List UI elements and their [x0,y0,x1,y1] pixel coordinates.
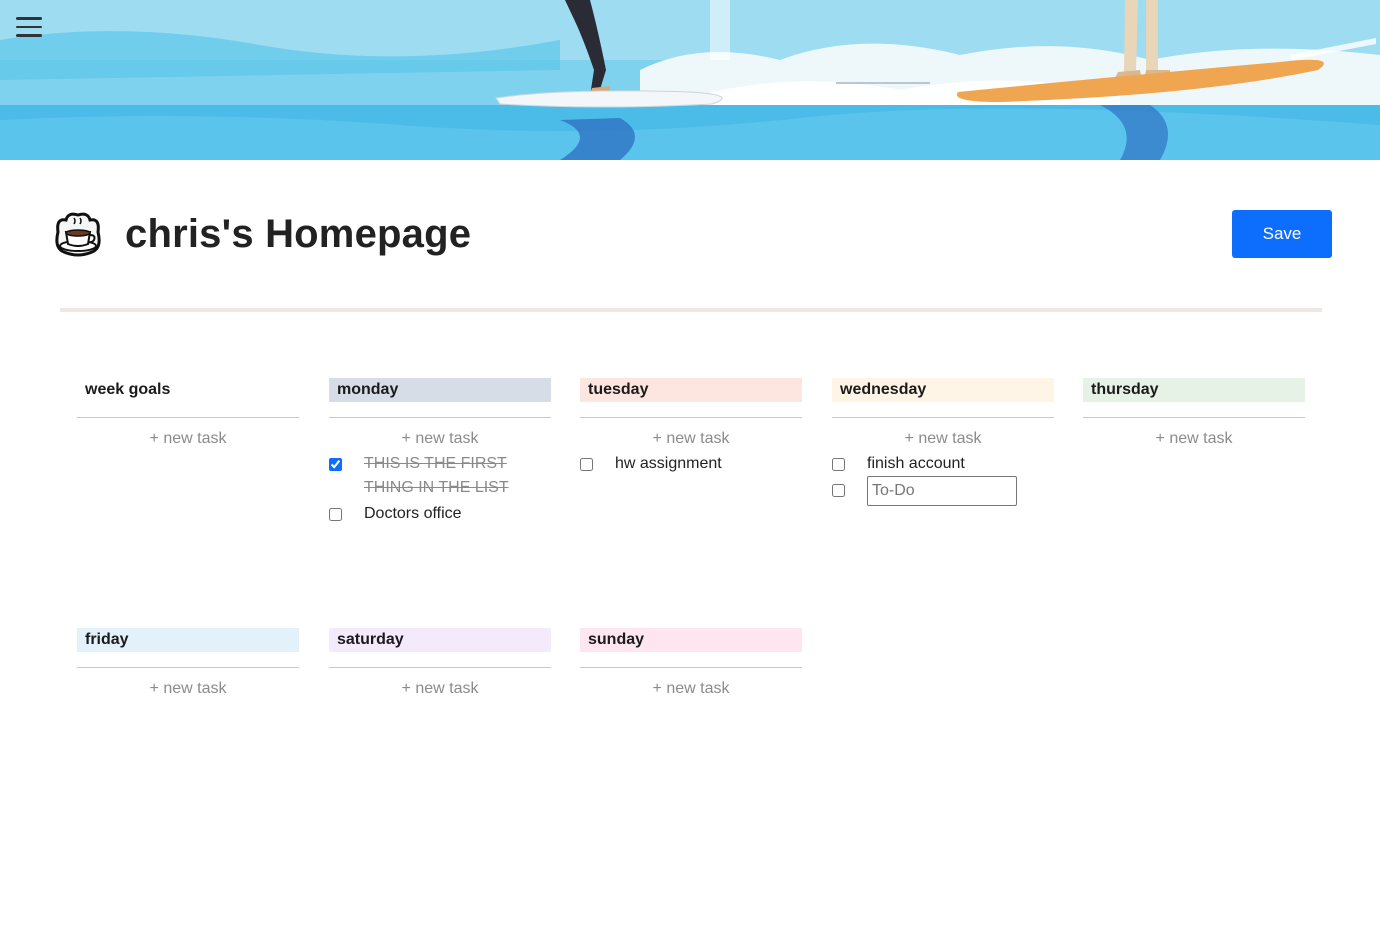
task-label[interactable]: finish account [867,452,1037,476]
task-checkbox[interactable] [329,458,342,471]
column-friday: friday + new task [77,628,299,700]
column-header: week goals [85,381,171,398]
coffee-cup-icon [52,210,104,260]
column-divider [1083,417,1305,418]
new-task-button[interactable]: + new task [580,678,802,700]
new-task-input[interactable] [867,476,1017,506]
column-header: wednesday [832,378,1054,402]
task-checkbox[interactable] [580,458,593,471]
new-task-button[interactable]: + new task [329,678,551,700]
new-task-button[interactable]: + new task [329,428,551,450]
column-divider [580,667,802,668]
new-task-button[interactable]: + new task [77,428,299,450]
column-wednesday: wednesday + new task finish account [832,378,1054,506]
new-task-button[interactable]: + new task [832,428,1054,450]
cover-image [0,0,1380,160]
column-divider [832,417,1054,418]
new-task-button[interactable]: + new task [77,678,299,700]
column-divider [329,667,551,668]
column-header: monday [329,378,551,402]
new-task-button[interactable]: + new task [580,428,802,450]
column-divider [77,417,299,418]
menu-line [16,17,42,20]
new-task-button[interactable]: + new task [1083,428,1305,450]
task-checkbox[interactable] [329,508,342,521]
task-label[interactable]: Doctors office [364,502,534,526]
column-sunday: sunday + new task [580,628,802,700]
hamburger-menu-icon[interactable] [14,12,44,42]
column-divider [580,417,802,418]
task-label[interactable]: hw assignment [615,452,785,476]
task-label[interactable]: THIS IS THE FIRST THING IN THE LIST [364,452,514,500]
menu-line [16,25,42,29]
column-week-goals: week goals + new task [77,378,299,450]
page-title: chris's Homepage [125,212,472,256]
task-item: finish account [832,452,1054,476]
task-checkbox[interactable] [832,458,845,471]
task-checkbox[interactable] [832,484,845,497]
column-divider [77,667,299,668]
column-saturday: saturday + new task [329,628,551,700]
task-item-new [832,476,1054,506]
column-tuesday: tuesday + new task hw assignment [580,378,802,476]
title-divider [60,308,1322,312]
task-item: Doctors office [329,502,551,526]
column-header: sunday [580,628,802,652]
column-header: thursday [1083,378,1305,402]
task-item: hw assignment [580,452,802,476]
column-thursday: thursday + new task [1083,378,1305,450]
column-header: tuesday [580,378,802,402]
cover-banner [0,0,1380,160]
column-header: saturday [329,628,551,652]
column-monday: monday + new task THIS IS THE FIRST THIN… [329,378,551,526]
column-divider [329,417,551,418]
column-header: friday [77,628,299,652]
save-button[interactable]: Save [1232,210,1332,258]
menu-line [16,34,42,37]
task-item: THIS IS THE FIRST THING IN THE LIST [329,452,551,500]
